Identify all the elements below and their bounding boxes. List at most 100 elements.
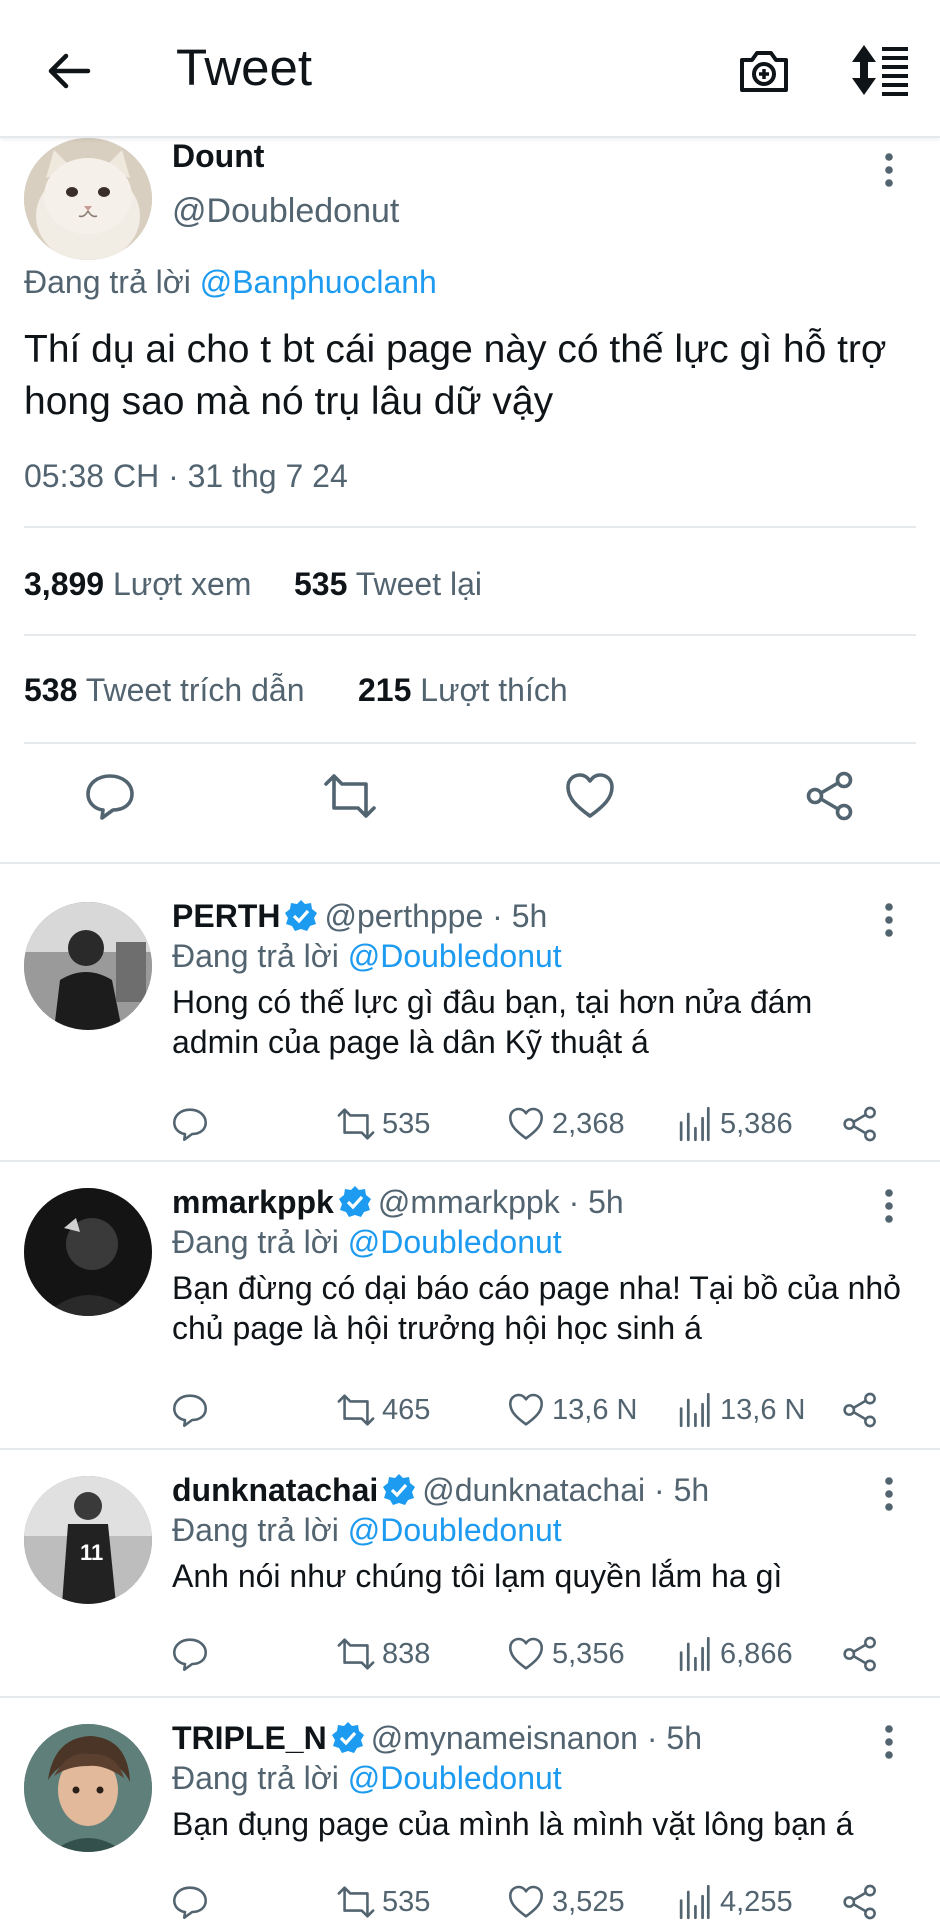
mention-link[interactable]: @Doubledonut — [348, 1224, 562, 1260]
reply-text: Bạn đừng có dại báo cáo page nha! Tại bồ… — [172, 1270, 901, 1346]
retweet-button[interactable]: 838 — [336, 1632, 430, 1676]
retweet-button[interactable]: 535 — [336, 1880, 430, 1920]
sort-icon — [852, 45, 908, 96]
share-button[interactable] — [840, 1632, 886, 1676]
author-handle[interactable]: @mmarkppk — [378, 1184, 560, 1220]
mention-link[interactable]: @Doubledonut — [348, 938, 562, 974]
avatar-image — [24, 902, 152, 1030]
tweet-timestamp[interactable]: 05:38 CH · 31 thg 7 24 — [24, 458, 348, 495]
replying-to: Đang trả lời @Doubledonut — [172, 1224, 562, 1261]
share-icon — [843, 1636, 876, 1672]
author-handle[interactable]: @perthppe — [324, 898, 483, 934]
reply-header: dunknatachai @dunknatachai · 5h — [172, 1472, 709, 1509]
more-options-button[interactable] — [876, 1724, 902, 1764]
author-handle[interactable]: @Doubledonut — [172, 192, 399, 231]
author-handle[interactable]: @mynameisnanon — [371, 1720, 638, 1756]
more-options-button[interactable] — [876, 1188, 902, 1228]
heart-icon — [509, 1885, 543, 1918]
retweets-stat[interactable]: 535 Tweet lại — [294, 566, 482, 603]
avatar[interactable] — [24, 138, 152, 260]
author-name[interactable]: dunknatachai — [172, 1472, 378, 1508]
separator-dot: · — [645, 1472, 674, 1508]
replying-to: Đang trả lời @Banphuoclanh — [24, 264, 437, 301]
views-button[interactable]: 4,255 — [674, 1880, 793, 1920]
more-options-button[interactable] — [876, 1476, 902, 1516]
mention-link[interactable]: @Doubledonut — [348, 1760, 562, 1796]
mention-link[interactable]: @Doubledonut — [348, 1512, 562, 1548]
author-name[interactable]: PERTH — [172, 898, 280, 934]
reply-button[interactable] — [170, 1388, 216, 1432]
more-vertical-icon — [885, 903, 893, 937]
avatar[interactable] — [24, 1188, 152, 1316]
reply-text: Hong có thế lực gì đâu bạn, tại hơn nửa … — [172, 984, 813, 1060]
reply-button[interactable] — [170, 1102, 216, 1146]
share-button[interactable] — [840, 1388, 886, 1432]
like-button[interactable]: 5,356 — [506, 1632, 625, 1676]
reply-button[interactable] — [170, 1632, 216, 1676]
avatar[interactable] — [24, 902, 152, 1030]
divider — [0, 1696, 940, 1698]
author-name[interactable]: TRIPLE_N — [172, 1720, 327, 1756]
reply-icon — [173, 1108, 207, 1141]
reply-tweet[interactable]: TRIPLE_N @mynameisnanon · 5h Đang trả lời… — [0, 1720, 940, 1920]
retweet-button[interactable]: 535 — [336, 1102, 430, 1146]
author-name[interactable]: Dount — [172, 138, 264, 175]
retweet-button[interactable]: 465 — [336, 1388, 430, 1432]
reply-button[interactable] — [82, 768, 138, 824]
quotes-stat[interactable]: 538 Tweet trích dẫn — [24, 672, 304, 709]
like-button[interactable]: 3,525 — [506, 1880, 625, 1920]
replying-prefix: Đang trả lời — [172, 1760, 339, 1796]
avatar-image: 11 — [24, 1476, 152, 1604]
views-count: 3,899 — [24, 566, 105, 602]
like-button[interactable]: 13,6 N — [506, 1388, 637, 1432]
back-button[interactable] — [42, 44, 96, 98]
reply-tweet[interactable]: 11 dunknatachai @dunknatachai · 5h Đang t… — [0, 1472, 940, 1688]
reply-header: mmarkppk @mmarkppk · 5h — [172, 1184, 624, 1221]
share-button[interactable] — [802, 768, 858, 824]
like-button[interactable] — [562, 768, 618, 824]
avatar-image — [24, 1724, 152, 1852]
retweet-count: 838 — [382, 1637, 431, 1670]
more-options-button[interactable] — [876, 902, 902, 942]
reply-tweet[interactable]: PERTH @perthppe · 5h Đang trả lời @Double… — [0, 898, 940, 1154]
more-vertical-icon — [885, 1477, 893, 1511]
views-button[interactable]: 5,386 — [674, 1102, 793, 1146]
avatar[interactable] — [24, 1724, 152, 1852]
retweet-icon — [337, 1108, 375, 1140]
more-vertical-icon — [885, 1725, 893, 1759]
views-button[interactable]: 6,866 — [674, 1632, 793, 1676]
retweet-button[interactable] — [322, 768, 378, 824]
quotes-label: Tweet trích dẫn — [85, 672, 305, 708]
replying-to: Đang trả lời @Doubledonut — [172, 1760, 562, 1797]
divider — [0, 1448, 940, 1450]
mention-link[interactable]: @Banphuoclanh — [200, 264, 437, 300]
views-count: 5,386 — [720, 1107, 793, 1140]
retweet-icon — [337, 1886, 375, 1918]
reply-actions: 838 5,356 6,866 — [0, 1632, 940, 1676]
reply-tweet[interactable]: mmarkppk @mmarkppk · 5h Đang trả lời @Dou… — [0, 1184, 940, 1440]
page-title: Tweet — [176, 39, 313, 96]
more-vertical-icon — [885, 153, 893, 187]
views-stat[interactable]: 3,899 Lượt xem — [24, 566, 251, 603]
like-count: 3,525 — [552, 1885, 625, 1918]
reply-time: 5h — [673, 1472, 710, 1508]
more-options-button[interactable] — [876, 152, 902, 192]
retweet-count: 535 — [382, 1107, 431, 1140]
heart-icon — [566, 773, 614, 818]
reply-actions: 535 3,525 4,255 — [0, 1880, 940, 1920]
author-handle[interactable]: @dunknatachai — [422, 1472, 645, 1508]
avatar[interactable]: 11 — [24, 1476, 152, 1604]
camera-button[interactable] — [737, 44, 791, 98]
author-name[interactable]: mmarkppk — [172, 1184, 334, 1220]
divider — [0, 1160, 940, 1162]
likes-stat[interactable]: 215 Lượt thích — [358, 672, 568, 709]
views-button[interactable]: 13,6 N — [674, 1388, 805, 1432]
like-button[interactable]: 2,368 — [506, 1102, 625, 1146]
arrow-left-icon — [48, 53, 91, 89]
replying-to: Đang trả lời @Doubledonut — [172, 938, 562, 975]
reply-button[interactable] — [170, 1880, 216, 1920]
share-button[interactable] — [840, 1102, 886, 1146]
replying-prefix: Đang trả lời — [172, 1512, 339, 1548]
sort-button[interactable] — [850, 42, 912, 98]
share-button[interactable] — [840, 1880, 886, 1920]
